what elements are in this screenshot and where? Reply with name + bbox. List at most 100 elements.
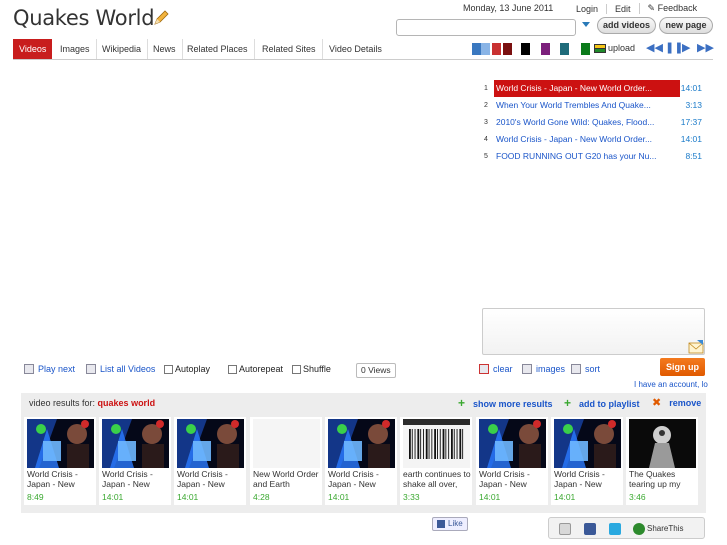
- video-card[interactable]: World Crisis - Japan - New 14:01: [99, 417, 171, 505]
- have-account-link[interactable]: I have an account, lo: [634, 380, 708, 389]
- video-card[interactable]: World Crisis - Japan - New 14:01: [325, 417, 397, 505]
- playlist-item-number: 1: [484, 85, 488, 92]
- autorepeat-control[interactable]: Autorepeat: [228, 364, 283, 374]
- results-query: quakes world: [97, 398, 156, 408]
- chat-input[interactable]: [482, 308, 705, 355]
- like-label: Like: [448, 519, 463, 528]
- twitter-icon[interactable]: [609, 523, 621, 535]
- remove-link[interactable]: ✖ remove: [652, 393, 701, 413]
- list-all-control[interactable]: List all Videos: [86, 364, 155, 374]
- video-card-title[interactable]: World Crisis - Japan - New: [554, 470, 622, 489]
- autoplay-control[interactable]: Autoplay: [164, 364, 210, 374]
- feedback-link[interactable]: ✎ Feedback: [638, 3, 706, 14]
- upload-icon[interactable]: [594, 42, 606, 54]
- theme-swatch[interactable]: [472, 43, 481, 55]
- video-thumbnail[interactable]: [253, 419, 320, 468]
- video-card[interactable]: The Quakes tearing up my 3:46: [626, 417, 698, 505]
- previous-icon[interactable]: ◀◀: [646, 41, 663, 54]
- theme-swatch[interactable]: [551, 43, 560, 55]
- video-card[interactable]: World Crisis - Japan - New 14:01: [551, 417, 623, 505]
- tab-related-sites[interactable]: Related Sites: [256, 39, 323, 59]
- theme-swatch[interactable]: [512, 43, 521, 55]
- play-icon[interactable]: ▶: [682, 41, 690, 54]
- send-message-icon[interactable]: [688, 340, 704, 354]
- tab-video-details[interactable]: Video Details: [323, 39, 388, 59]
- facebook-like-button[interactable]: Like: [432, 517, 468, 531]
- images-control[interactable]: images: [522, 364, 565, 374]
- video-card[interactable]: World Crisis - Japan - New 14:01: [476, 417, 548, 505]
- video-thumbnail[interactable]: [479, 419, 546, 468]
- playlist-item-title[interactable]: 2010's World Gone Wild: Quakes, Flood...: [494, 114, 666, 131]
- video-thumbnail[interactable]: [403, 419, 470, 468]
- autorepeat-checkbox[interactable]: [228, 364, 237, 374]
- new-page-button[interactable]: new page: [659, 17, 713, 34]
- video-thumbnail[interactable]: [27, 419, 94, 468]
- playlist-item-title[interactable]: FOOD RUNNING OUT G20 has your Nu...: [494, 148, 666, 165]
- theme-swatch[interactable]: [560, 43, 569, 55]
- signup-button[interactable]: Sign up: [660, 358, 705, 376]
- playlist-item-number: 3: [484, 119, 488, 126]
- theme-swatch[interactable]: [521, 43, 530, 55]
- tab-news[interactable]: News: [147, 39, 183, 59]
- theme-swatch[interactable]: [503, 43, 512, 55]
- playlist-item[interactable]: 5 FOOD RUNNING OUT G20 has your Nu... 8:…: [482, 148, 704, 165]
- tab-images[interactable]: Images: [54, 39, 97, 59]
- play-next-control[interactable]: Play next: [24, 364, 75, 374]
- playlist-item[interactable]: 1 World Crisis - Japan - New World Order…: [482, 80, 704, 97]
- facebook-icon[interactable]: [584, 523, 596, 535]
- video-thumbnail[interactable]: [629, 419, 696, 468]
- video-card-title[interactable]: New World Order and Earth: [253, 470, 321, 489]
- tab-related-places[interactable]: Related Places: [181, 39, 255, 59]
- video-card[interactable]: World Crisis - Japan - New 14:01: [174, 417, 246, 505]
- shuffle-checkbox[interactable]: [292, 364, 301, 374]
- next-icon[interactable]: ▶▶: [697, 41, 714, 54]
- theme-swatch[interactable]: [531, 43, 540, 55]
- video-card-title[interactable]: World Crisis - Japan - New: [27, 470, 95, 489]
- video-card[interactable]: World Crisis - Japan - New 8:49: [24, 417, 96, 505]
- search-input[interactable]: [396, 19, 576, 36]
- shuffle-control[interactable]: Shuffle: [292, 364, 331, 374]
- tab-videos[interactable]: Videos: [13, 39, 53, 59]
- video-thumbnail[interactable]: [328, 419, 395, 468]
- playlist-item[interactable]: 4 World Crisis - Japan - New World Order…: [482, 131, 704, 148]
- video-card-title[interactable]: World Crisis - Japan - New: [102, 470, 170, 489]
- video-thumbnail[interactable]: [102, 419, 169, 468]
- theme-swatch[interactable]: [481, 43, 490, 55]
- sort-control[interactable]: sort: [571, 364, 600, 374]
- search-dropdown-icon[interactable]: [582, 22, 590, 27]
- pause-icon[interactable]: ❚❚: [665, 41, 683, 54]
- video-card-title[interactable]: World Crisis - Japan - New: [177, 470, 245, 489]
- share-icon[interactable]: [633, 523, 645, 535]
- playlist-item-title[interactable]: When Your World Trembles And Quake...: [494, 97, 666, 114]
- theme-swatch[interactable]: [571, 43, 580, 55]
- login-link[interactable]: Login: [568, 4, 606, 14]
- clear-control[interactable]: clear: [479, 364, 513, 374]
- playlist-item[interactable]: 3 2010's World Gone Wild: Quakes, Flood.…: [482, 114, 704, 131]
- playlist-item-time: 17:37: [680, 117, 702, 127]
- video-card[interactable]: earth continues to shake all over, 3:33: [400, 417, 472, 505]
- video-card-title[interactable]: The Quakes tearing up my: [629, 470, 697, 489]
- email-icon[interactable]: [559, 523, 571, 535]
- upload-link[interactable]: upload: [608, 43, 635, 53]
- edit-link[interactable]: Edit: [606, 3, 639, 14]
- video-card-title[interactable]: World Crisis - Japan - New: [328, 470, 396, 489]
- theme-swatch[interactable]: [541, 43, 550, 55]
- video-thumbnail[interactable]: [554, 419, 621, 468]
- pencil-icon[interactable]: [153, 10, 169, 26]
- playlist-item[interactable]: 2 When Your World Trembles And Quake... …: [482, 97, 704, 114]
- video-thumbnail[interactable]: [177, 419, 244, 468]
- video-card-title[interactable]: earth continues to shake all over,: [403, 470, 471, 489]
- tab-wikipedia[interactable]: Wikipedia: [96, 39, 149, 59]
- site-title: Quakes World: [13, 6, 155, 30]
- add-videos-button[interactable]: add videos: [597, 17, 656, 34]
- sharethis-label[interactable]: ShareThis: [647, 524, 683, 533]
- video-card[interactable]: New World Order and Earth 4:28: [250, 417, 322, 505]
- show-more-results-link[interactable]: + show more results: [458, 393, 553, 414]
- add-to-playlist-link[interactable]: + add to playlist: [564, 393, 640, 414]
- playlist-item-title[interactable]: World Crisis - Japan - New World Order..…: [494, 131, 666, 148]
- autoplay-checkbox[interactable]: [164, 364, 173, 374]
- playlist-item-title[interactable]: World Crisis - Japan - New World Order..…: [494, 80, 680, 97]
- theme-swatch[interactable]: [581, 43, 590, 55]
- video-card-title[interactable]: World Crisis - Japan - New: [479, 470, 547, 489]
- theme-swatch[interactable]: [492, 43, 501, 55]
